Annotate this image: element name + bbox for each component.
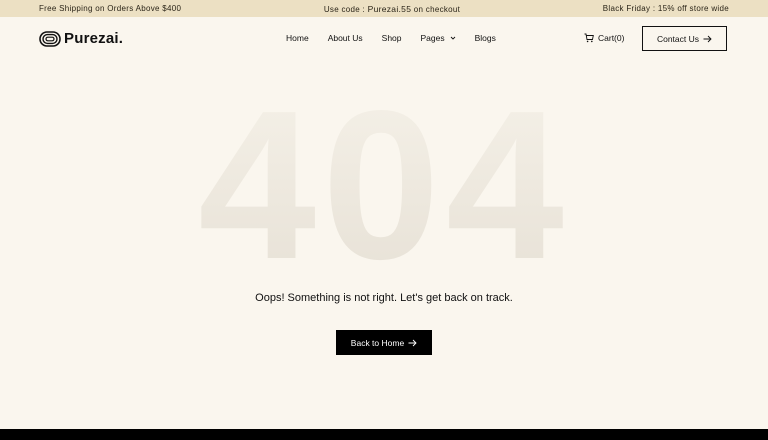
footer-bar xyxy=(0,429,768,440)
contact-us-label: Contact Us xyxy=(656,33,700,44)
arrow-right-icon xyxy=(408,339,417,346)
sale-notice: Black Friday : 15% off store wide xyxy=(602,4,729,13)
nav-item-home[interactable]: Home xyxy=(286,33,309,43)
chevron-down-icon xyxy=(450,36,455,40)
nav-item-pages-label: Pages xyxy=(420,33,445,43)
coupon-prefix: Use code : xyxy=(323,4,368,14)
nav-item-blogs[interactable]: Blogs xyxy=(475,33,496,43)
error-code-graphic: 404 xyxy=(198,86,570,276)
back-to-home-label: Back to Home xyxy=(350,337,405,348)
announcement-bar: Free Shipping on Orders Above $400 Use c… xyxy=(0,0,768,17)
nav-item-shop[interactable]: Shop xyxy=(382,33,402,43)
nav-item-about[interactable]: About Us xyxy=(328,33,363,43)
error-message: Oops! Something is not right. Let's get … xyxy=(255,292,513,304)
brand-logo[interactable]: Purezai. xyxy=(39,30,123,47)
logo-mark-icon xyxy=(39,30,61,47)
error-code: 404 xyxy=(198,86,570,276)
coupon-suffix: on checkout xyxy=(411,4,461,14)
arrow-right-icon xyxy=(703,35,712,42)
site-header: Purezai. Home About Us Shop Pages Blogs … xyxy=(0,17,768,61)
coupon-code: Purezai.55 xyxy=(367,3,412,14)
cart-icon xyxy=(584,33,594,43)
contact-us-button[interactable]: Contact Us xyxy=(642,26,727,51)
cart-label: Cart(0) xyxy=(598,33,625,43)
back-to-home-button[interactable]: Back to Home xyxy=(336,330,432,355)
nav-item-pages[interactable]: Pages xyxy=(421,33,456,43)
main-nav: Home About Us Shop Pages Blogs xyxy=(286,33,515,43)
brand-name: Purezai. xyxy=(64,30,124,47)
coupon-notice: Use code : Purezai.55 on checkout xyxy=(324,4,460,14)
shipping-notice: Free Shipping on Orders Above $400 xyxy=(39,4,182,13)
cart-link[interactable]: Cart(0) xyxy=(584,33,624,43)
